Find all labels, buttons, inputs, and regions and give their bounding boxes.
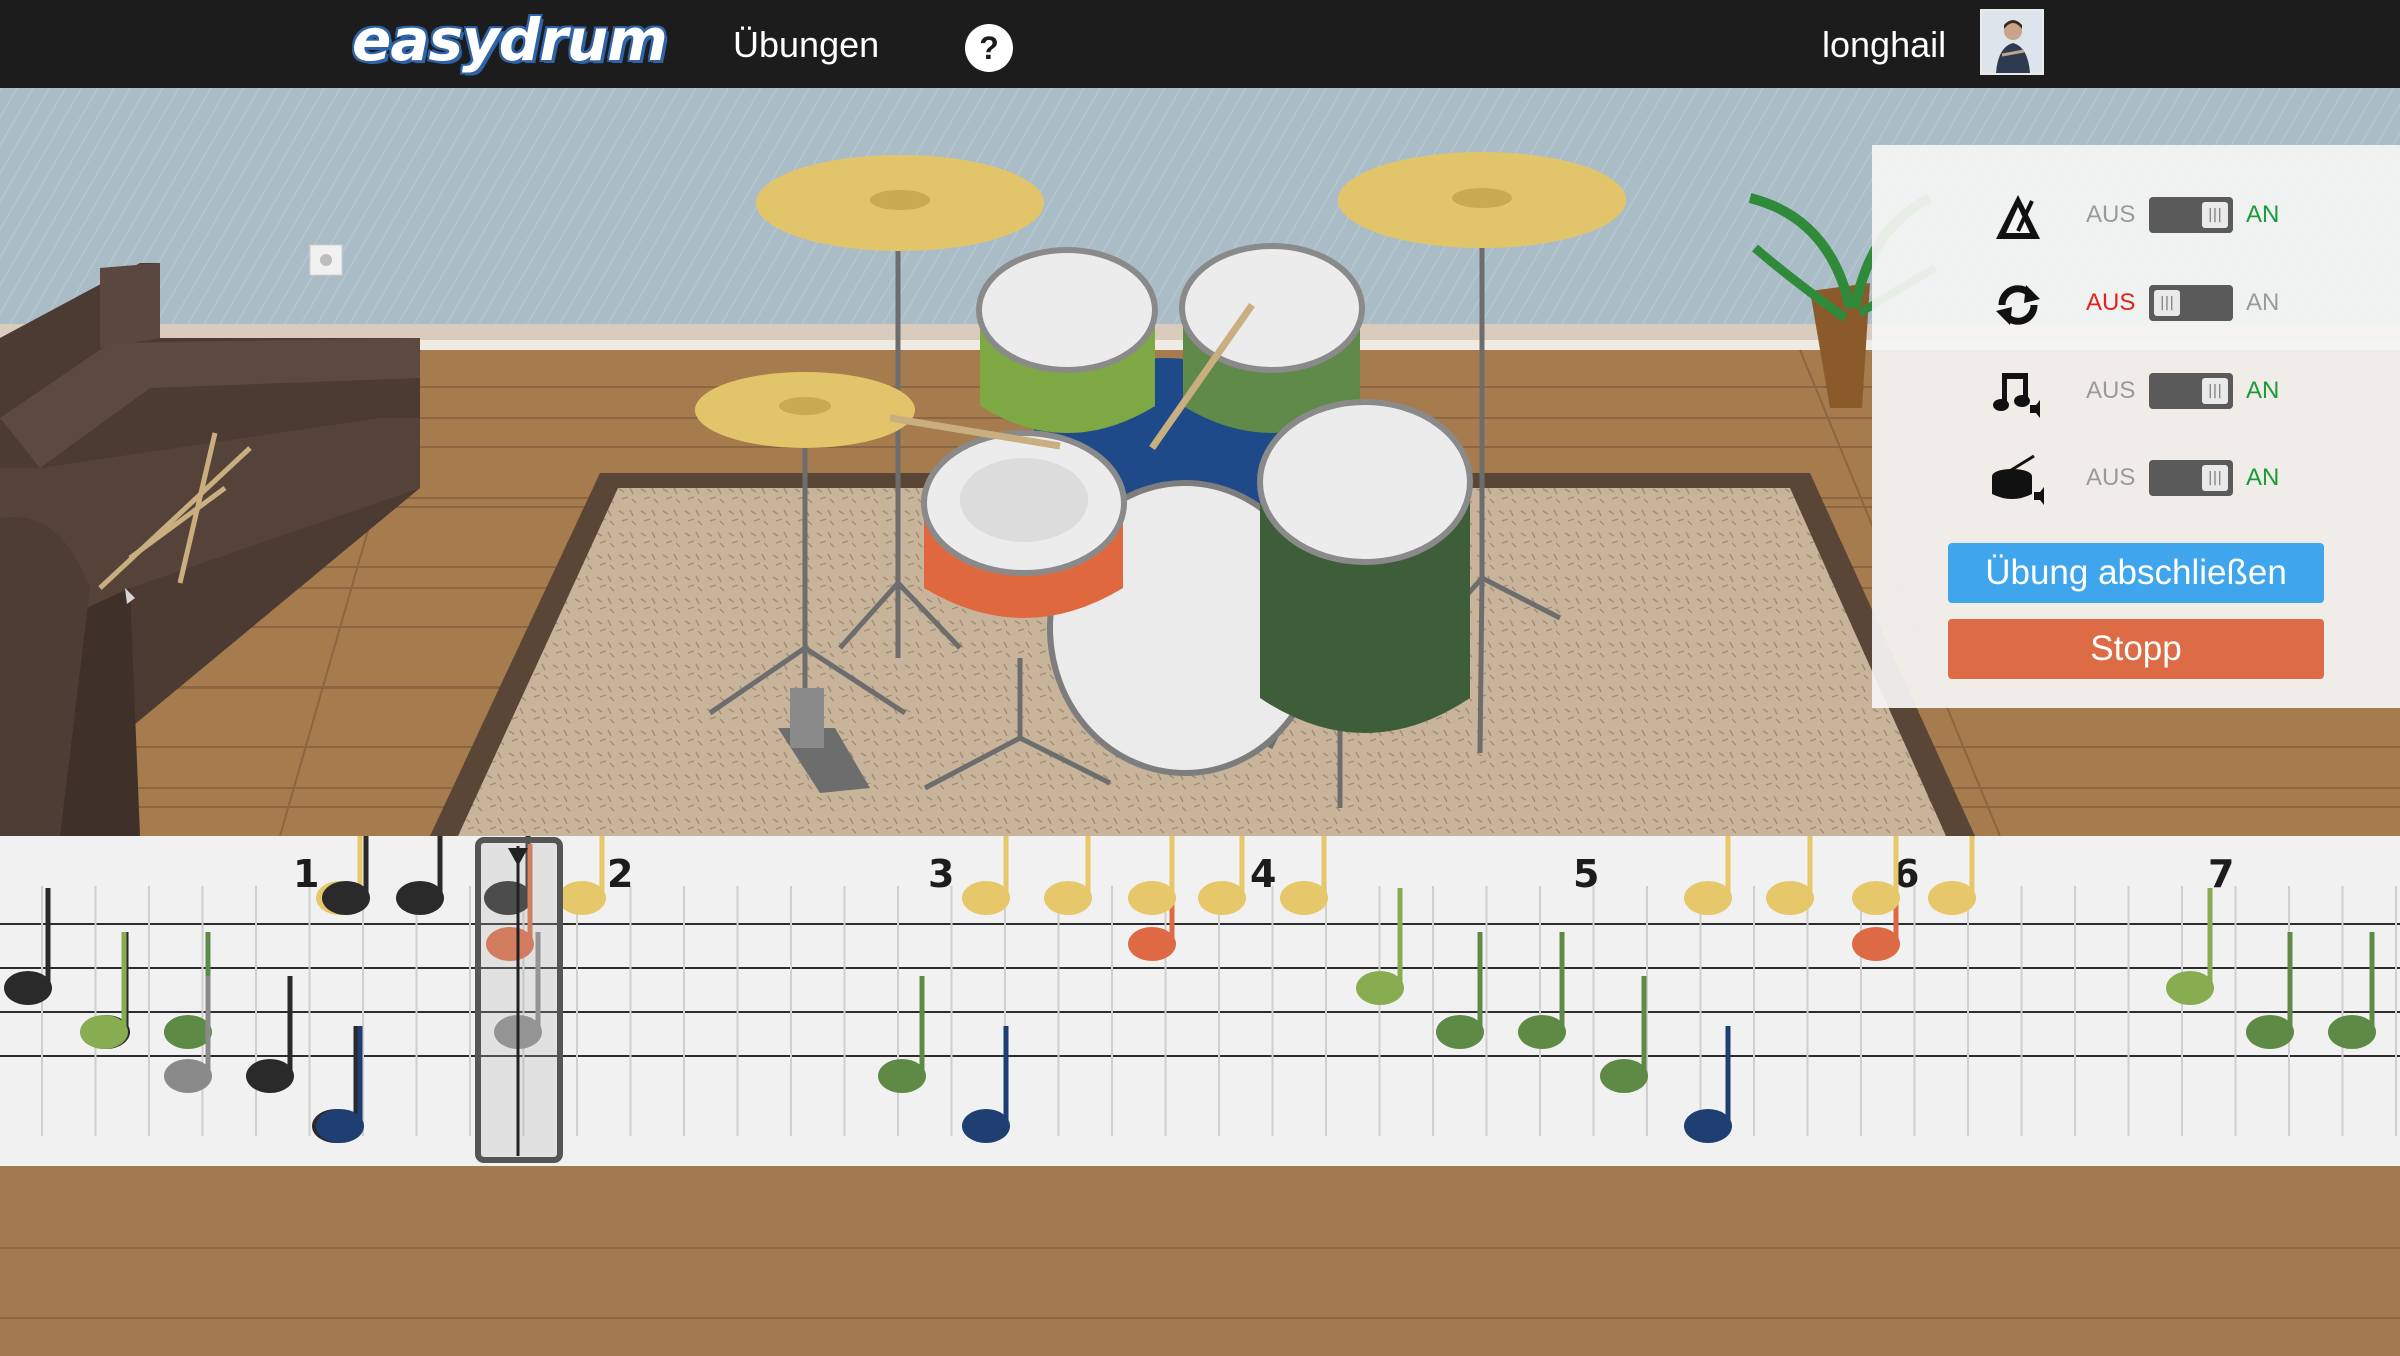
drum-sound-toggle-row: AUS ||| AN — [1872, 448, 2400, 508]
measure-number: 1 — [293, 852, 319, 896]
drum-off-label[interactable]: AUS — [2086, 464, 2135, 492]
loop-on-label[interactable]: AN — [2246, 289, 2279, 317]
playhead-cursor[interactable] — [475, 837, 563, 1163]
note — [1128, 798, 1176, 915]
note — [322, 798, 370, 915]
note — [164, 932, 212, 1049]
drum-on-label[interactable]: AN — [2246, 464, 2279, 492]
note — [1518, 932, 1566, 1049]
note — [962, 1026, 1010, 1143]
music-sound-icon — [1993, 373, 2040, 418]
loop-icon — [1996, 285, 2040, 325]
drum-sound-icon — [1992, 454, 2044, 505]
note — [1436, 932, 1484, 1049]
help-button[interactable]: ? — [965, 24, 1013, 72]
note — [1684, 798, 1732, 915]
note — [1044, 798, 1092, 915]
drum-score: 1 2 3 4 5 6 7 — [0, 798, 2400, 1163]
avatar-image — [1982, 11, 2042, 73]
easydrum-logo[interactable]: easydrum — [352, 6, 668, 74]
music-sound-switch[interactable]: ||| — [2149, 373, 2233, 409]
metronome-toggle-row: AUS ||| AN — [1872, 185, 2400, 245]
stop-button[interactable]: Stopp — [1948, 619, 2324, 679]
note — [1600, 976, 1648, 1093]
note — [2166, 888, 2214, 1005]
measure-number: 4 — [1250, 852, 1276, 896]
metronome-on-label[interactable]: AN — [2246, 201, 2279, 229]
note — [1928, 798, 1976, 915]
loop-switch[interactable]: ||| — [2149, 285, 2233, 321]
note — [1280, 798, 1328, 915]
music-sound-toggle-row: AUS ||| AN — [1872, 361, 2400, 421]
music-off-label[interactable]: AUS — [2086, 377, 2135, 405]
metronome-switch[interactable]: ||| — [2149, 197, 2233, 233]
note — [558, 798, 606, 915]
note — [80, 932, 128, 1049]
loop-off-label[interactable]: AUS — [2086, 289, 2135, 317]
note — [2328, 932, 2376, 1049]
note — [1766, 798, 1814, 915]
finish-exercise-button[interactable]: Übung abschließen — [1948, 543, 2324, 603]
metronome-off-label[interactable]: AUS — [2086, 201, 2135, 229]
nav-exercises-link[interactable]: Übungen — [733, 24, 879, 66]
note — [2246, 932, 2294, 1049]
settings-panel: AUS ||| AN AUS ||| AN AUS ||| AN AUS |||… — [1872, 145, 2400, 708]
metronome-icon — [1996, 195, 2040, 239]
note — [246, 976, 294, 1093]
note — [1198, 798, 1246, 915]
drum-sound-switch[interactable]: ||| — [2149, 460, 2233, 496]
measure-number: 3 — [928, 852, 954, 896]
drum-notation-strip: 1 2 3 4 5 6 7 — [0, 798, 2400, 1166]
measure-number: 5 — [1573, 852, 1599, 896]
top-bar: easydrum Übungen ? longhail — [0, 0, 2400, 88]
note — [396, 798, 444, 915]
note — [1684, 1026, 1732, 1143]
note — [4, 888, 52, 1005]
note — [878, 976, 926, 1093]
note — [962, 798, 1010, 915]
avatar[interactable] — [1980, 9, 2044, 75]
measure-number: 2 — [607, 852, 633, 896]
username[interactable]: longhail — [1822, 24, 1946, 66]
loop-toggle-row: AUS ||| AN — [1872, 273, 2400, 333]
music-on-label[interactable]: AN — [2246, 377, 2279, 405]
floor-foreground — [0, 1166, 2400, 1352]
